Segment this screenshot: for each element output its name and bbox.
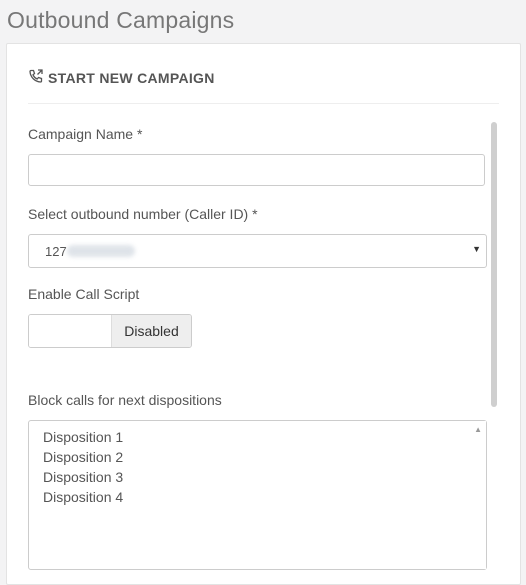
- disposition-option[interactable]: Disposition 3: [29, 467, 123, 487]
- toggle-handle[interactable]: [29, 315, 111, 347]
- heading-divider: [28, 103, 499, 104]
- dispositions-options: Disposition 1 Disposition 2 Disposition …: [29, 427, 123, 507]
- campaign-panel: START NEW CAMPAIGN Campaign Name * Selec…: [6, 43, 521, 585]
- disposition-option[interactable]: Disposition 2: [29, 447, 123, 467]
- toggle-state-label[interactable]: Disabled: [111, 315, 191, 347]
- chevron-down-icon: ▼: [472, 244, 481, 254]
- block-dispositions-label: Block calls for next dispositions: [28, 392, 222, 408]
- caller-id-value: 127: [45, 244, 67, 259]
- caller-id-label: Select outbound number (Caller ID) *: [28, 206, 258, 222]
- scroll-up-arrow-icon[interactable]: ▲: [474, 425, 482, 434]
- disposition-option[interactable]: Disposition 4: [29, 487, 123, 507]
- panel-scrollbar[interactable]: [491, 122, 497, 407]
- campaign-name-label: Campaign Name *: [28, 126, 143, 142]
- caller-id-select[interactable]: 127 ▼: [28, 234, 487, 268]
- call-script-label: Enable Call Script: [28, 286, 140, 302]
- panel-heading: START NEW CAMPAIGN: [28, 68, 215, 87]
- panel-heading-text: START NEW CAMPAIGN: [48, 69, 215, 86]
- disposition-option[interactable]: Disposition 1: [29, 427, 123, 447]
- phone-outgoing-icon: [28, 68, 44, 87]
- multiselect-scrollbar[interactable]: ▲: [471, 421, 486, 569]
- call-script-toggle[interactable]: Disabled: [28, 314, 192, 348]
- campaign-name-input[interactable]: [28, 154, 485, 186]
- page-title: Outbound Campaigns: [7, 7, 235, 33]
- redacted-number: [67, 245, 135, 257]
- dispositions-multiselect[interactable]: Disposition 1 Disposition 2 Disposition …: [28, 420, 487, 570]
